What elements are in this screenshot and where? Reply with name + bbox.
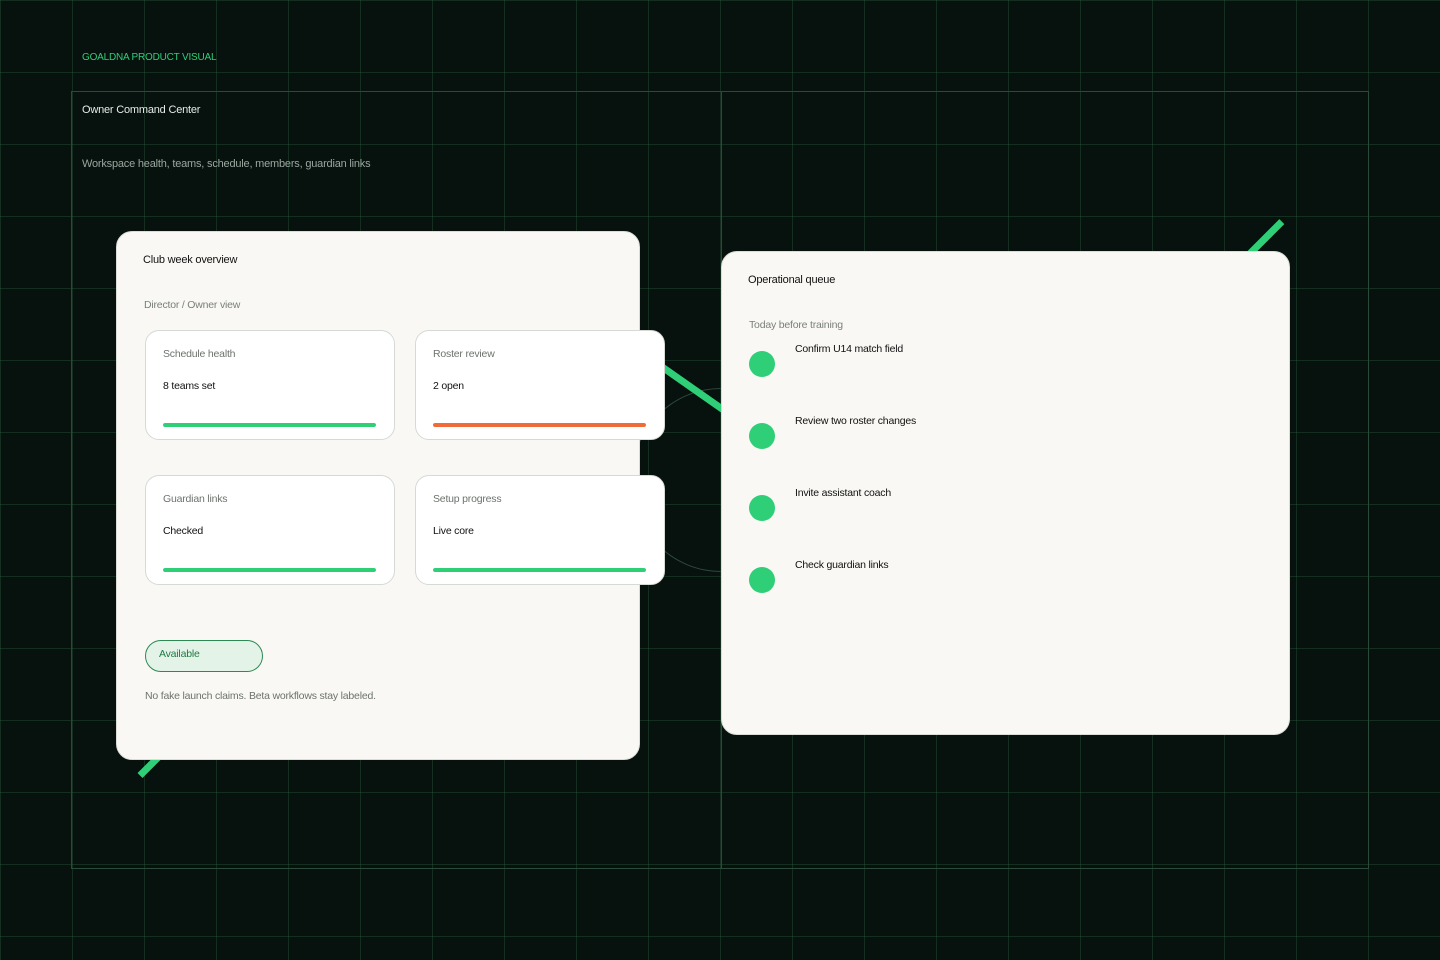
card-value: Live core [433,525,474,537]
status-dot-icon [749,567,775,593]
schedule-health-card[interactable]: Schedule health 8 teams set [145,330,395,440]
card-label: Guardian links [163,493,228,505]
status-dot-icon [749,351,775,377]
queue-item[interactable]: Invite assistant coach [749,487,1269,521]
card-label: Setup progress [433,493,502,505]
card-label: Roster review [433,348,495,360]
setup-progress-card[interactable]: Setup progress Live core [415,475,665,585]
status-bar [163,568,376,572]
status-dot-icon [749,495,775,521]
card-label: Schedule health [163,348,236,360]
status-dot-icon [749,423,775,449]
queue-title: Operational queue [748,274,836,286]
queue-item-label: Check guardian links [795,559,889,571]
status-bar [433,423,646,427]
queue-item[interactable]: Check guardian links [749,559,1269,593]
card-value: 8 teams set [163,380,216,392]
page-subtitle: Workspace health, teams, schedule, membe… [82,158,371,170]
queue-item-label: Confirm U14 match field [795,343,904,355]
queue-item[interactable]: Review two roster changes [749,415,1269,449]
queue-subtitle: Today before training [749,319,843,331]
availability-badge-label: Available [159,648,200,660]
availability-badge: Available [145,640,263,672]
overview-footnote: No fake launch claims. Beta workflows st… [145,690,376,702]
card-value: 2 open [433,380,464,392]
queue-item-label: Invite assistant coach [795,487,891,499]
roster-review-card[interactable]: Roster review 2 open [415,330,665,440]
queue-item[interactable]: Confirm U14 match field [749,343,1269,377]
guardian-links-card[interactable]: Guardian links Checked [145,475,395,585]
overview-subtitle: Director / Owner view [144,299,241,311]
product-eyebrow: GOALDNA PRODUCT VISUAL [82,52,217,63]
page-title: Owner Command Center [82,104,201,116]
queue-item-label: Review two roster changes [795,415,917,427]
status-bar [163,423,376,427]
overview-title: Club week overview [143,254,238,266]
status-bar [433,568,646,572]
card-value: Checked [163,525,204,537]
